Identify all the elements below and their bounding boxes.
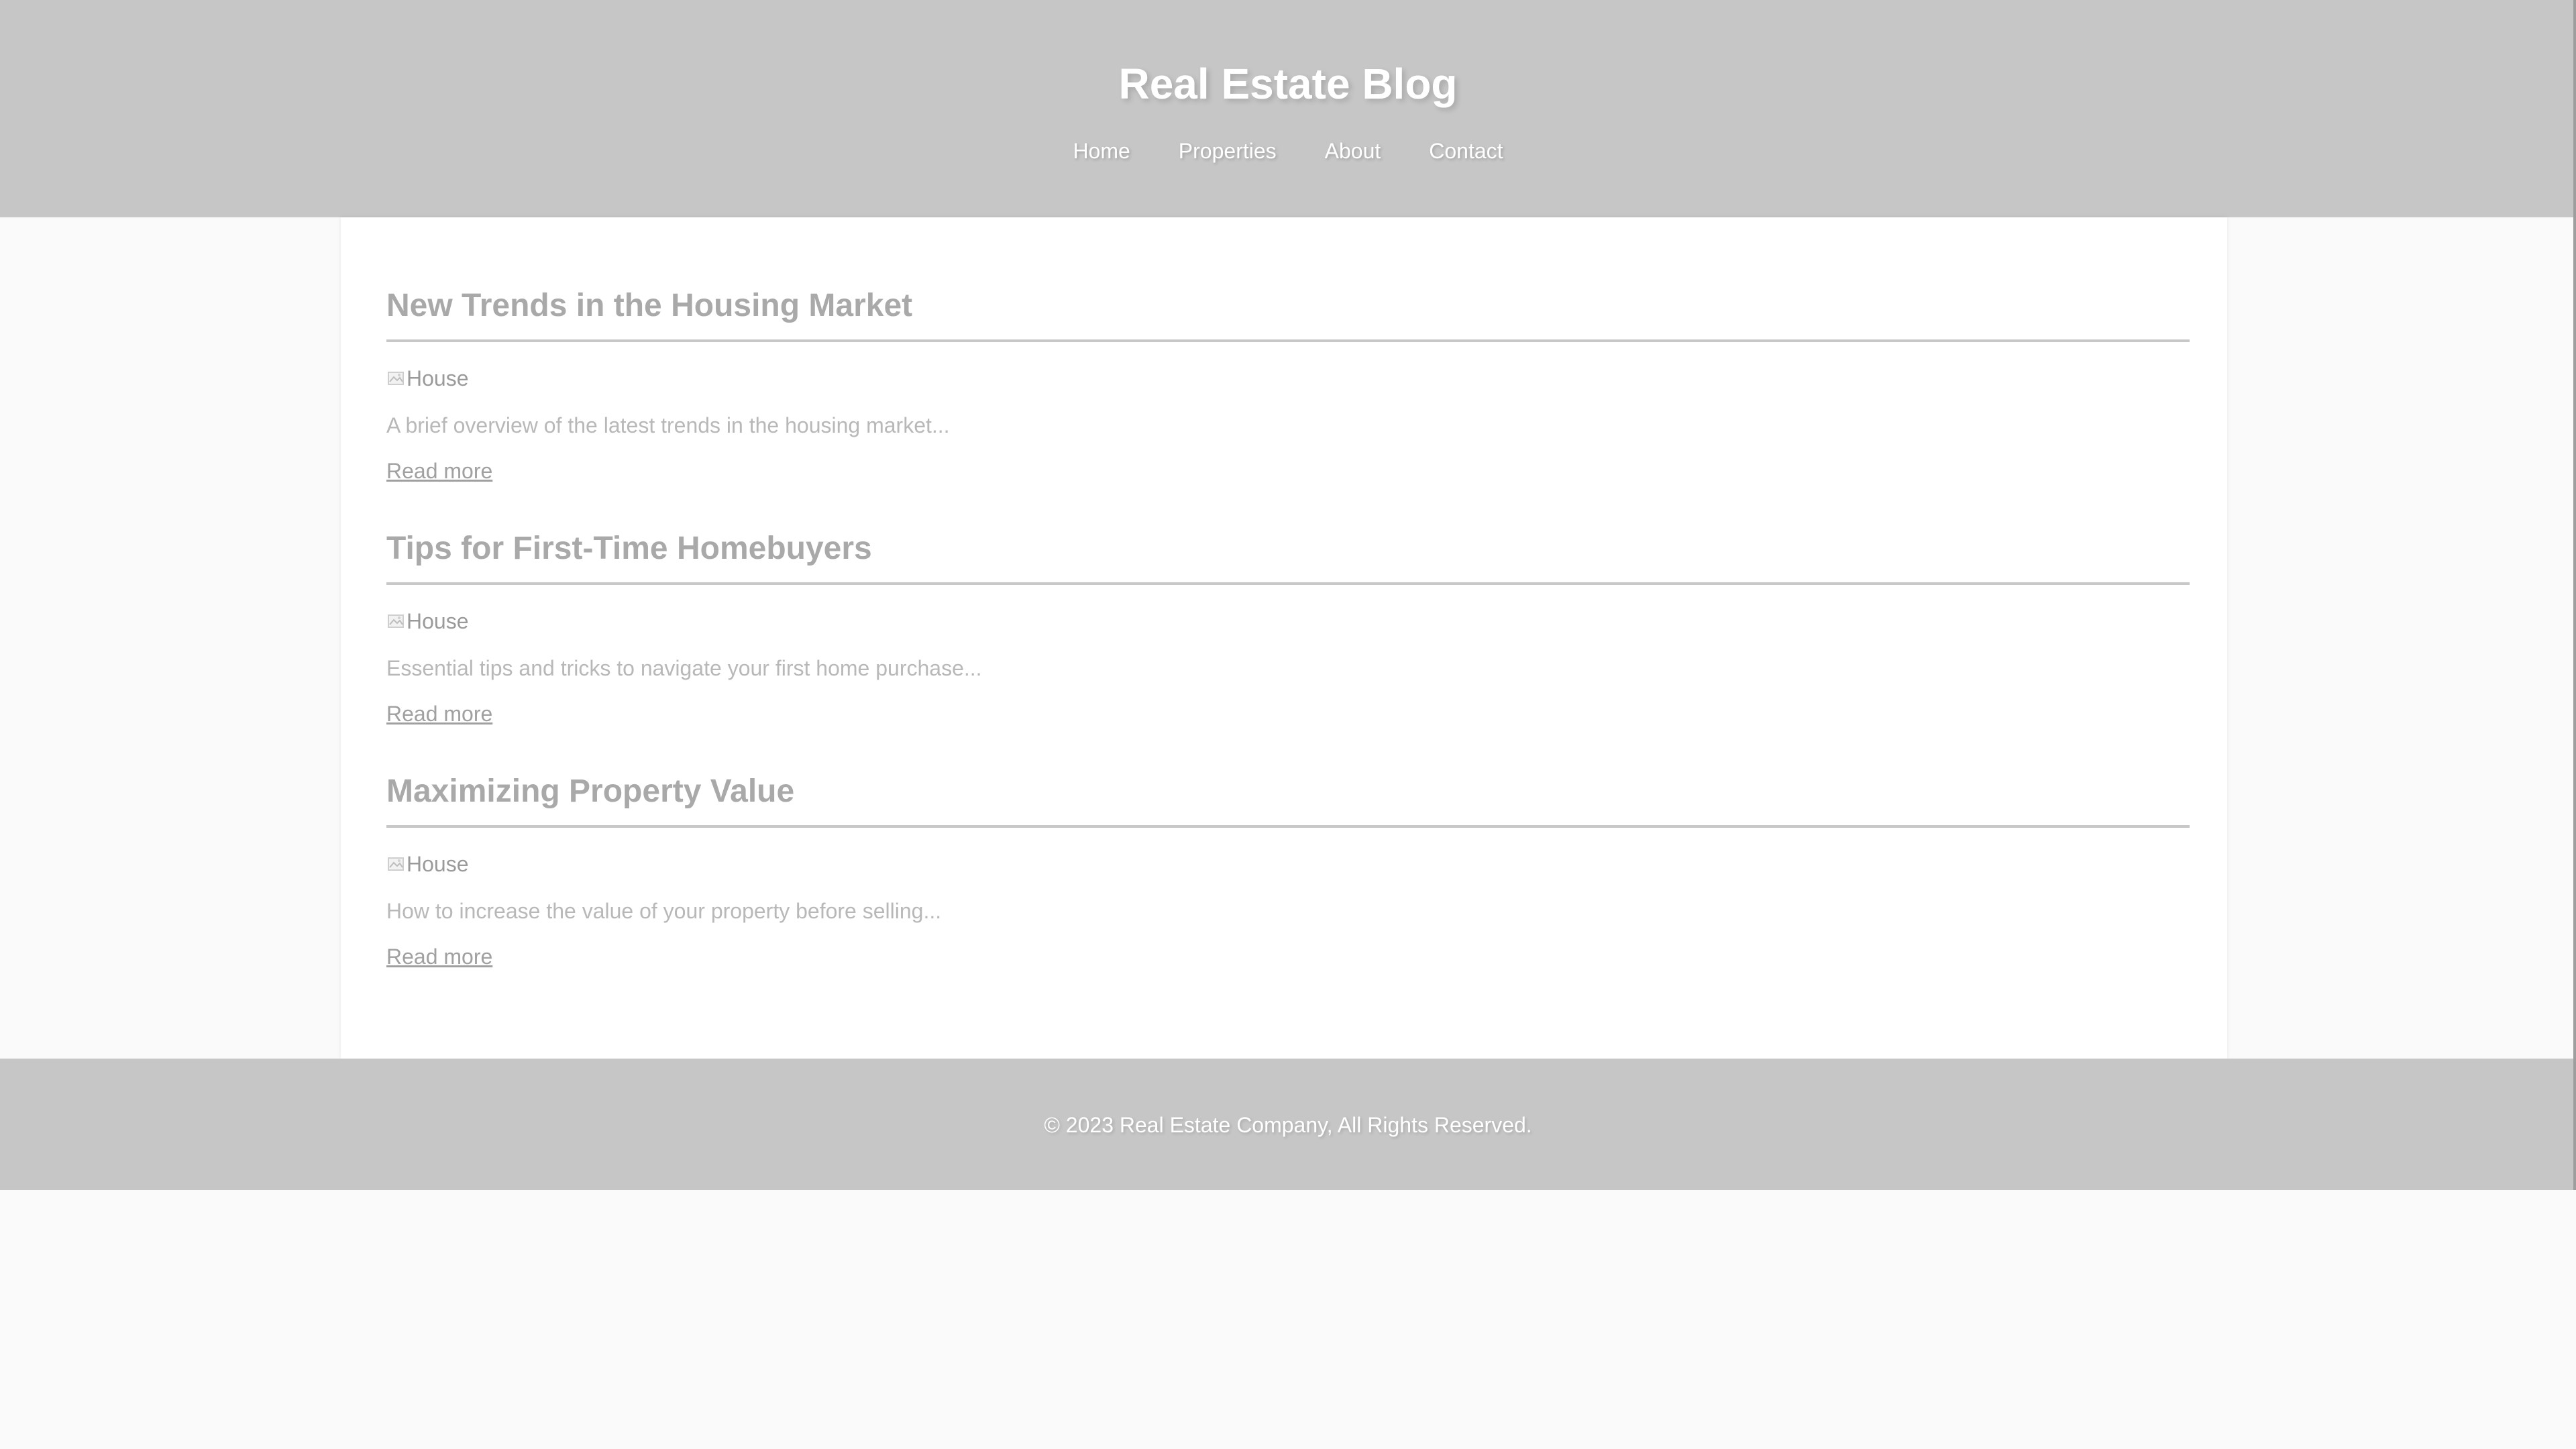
broken-image-icon [386,368,407,388]
footer-copyright: © 2023 Real Estate Company, All Rights R… [1044,1113,1532,1137]
post-excerpt: A brief overview of the latest trends in… [386,413,950,437]
post-divider [386,825,2190,828]
broken-image-icon [386,611,407,631]
post-divider [386,339,2190,342]
site-title: Real Estate Blog [1118,60,1458,108]
window-edge [2573,0,2576,1190]
post-excerpt: Essential tips and tricks to navigate yo… [386,656,982,680]
site-header: Real Estate Blog Home Properties About C… [0,0,2576,217]
broken-image-icon [386,854,407,874]
post-image: House [386,608,469,635]
post-divider [386,582,2190,585]
post-image-alt: House [407,366,469,390]
nav-link-home[interactable]: Home [1049,134,1154,168]
post-title: New Trends in the Housing Market [386,288,913,323]
post-title: Tips for First-Time Homebuyers [386,531,872,566]
read-more-link[interactable]: Read more [386,943,492,970]
nav-link-contact[interactable]: Contact [1405,134,1527,168]
blog-post: Tips for First-Time Homebuyers House Ess… [386,527,2190,726]
main-nav: Home Properties About Contact [0,134,2576,168]
post-image: House [386,851,469,877]
nav-link-about[interactable]: About [1301,134,1405,168]
site-footer: © 2023 Real Estate Company, All Rights R… [0,1059,2576,1190]
nav-link-properties[interactable]: Properties [1155,134,1301,168]
post-image-alt: House [407,852,469,876]
post-image-alt: House [407,609,469,633]
main-content: New Trends in the Housing Market House A… [341,217,2227,1059]
post-excerpt: How to increase the value of your proper… [386,899,942,923]
read-more-link[interactable]: Read more [386,458,492,484]
post-title: Maximizing Property Value [386,773,795,809]
blog-post: New Trends in the Housing Market House A… [386,284,2190,483]
read-more-link[interactable]: Read more [386,700,492,727]
post-image: House [386,365,469,392]
blog-post: Maximizing Property Value House How to i… [386,770,2190,969]
